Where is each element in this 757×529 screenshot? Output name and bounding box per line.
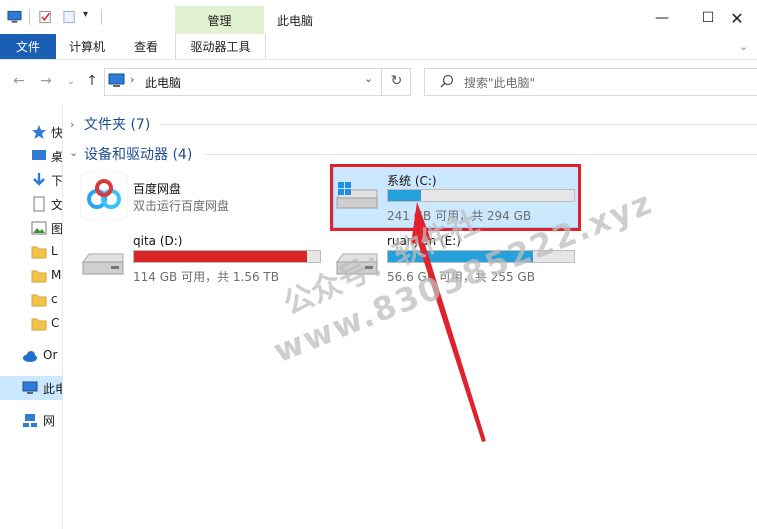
network-icon <box>22 412 38 428</box>
section-devices[interactable]: 设备和驱动器 (4) <box>84 144 192 164</box>
sidebar-item[interactable]: L <box>0 240 62 264</box>
drive-subtitle: 114 GB 可用，共 1.56 TB <box>133 270 279 284</box>
sidebar-item-label: c <box>51 292 58 306</box>
download-icon <box>31 172 47 188</box>
sidebar-item-label: 此电 <box>43 382 62 396</box>
sidebar-item[interactable]: 下 <box>0 168 62 192</box>
sidebar-item[interactable]: C <box>0 312 62 336</box>
pc-icon <box>22 380 38 396</box>
sidebar-item-label: L <box>51 244 58 258</box>
sidebar-item[interactable]: 快 <box>0 120 62 144</box>
tab-computer[interactable]: 计算机 <box>69 34 105 59</box>
folder-icon <box>31 268 47 284</box>
folder-icon <box>31 292 47 308</box>
sidebar-item[interactable]: Or <box>0 344 62 368</box>
sidebar-item-label: 快 <box>51 126 62 140</box>
folders-expand-chevron-icon[interactable]: › <box>70 118 74 131</box>
sidebar-item[interactable]: M <box>0 264 62 288</box>
drive-usage-bar-d <box>133 250 321 263</box>
section-folders[interactable]: 文件夹 (7) <box>84 114 150 134</box>
hard-drive-icon <box>82 253 124 275</box>
sidebar-item-label: 网 <box>43 414 56 428</box>
sidebar-item-label: 图 <box>51 222 62 236</box>
pc-icon[interactable] <box>7 10 22 24</box>
sidebar-item-label: 桌 <box>51 150 62 164</box>
tab-file[interactable]: 文件 <box>0 34 56 59</box>
ribbon-spacer <box>739 36 753 54</box>
toolbar-divider <box>101 9 102 25</box>
sidebar-item-label: C <box>51 316 60 330</box>
drive-name: 百度网盘 <box>133 182 182 196</box>
sidebar-item-label: M <box>51 268 62 282</box>
sidebar-item[interactable]: 桌 <box>0 144 62 168</box>
sidebar-item[interactable]: 文 <box>0 192 62 216</box>
tab-drive-tools[interactable]: 驱动器工具 <box>175 34 266 59</box>
up-arrow-icon[interactable]: ↑ <box>83 72 101 90</box>
toolbar-divider <box>29 9 30 25</box>
properties-icon[interactable] <box>38 10 53 24</box>
customize-toolbar-chevron-icon[interactable]: ▾ <box>83 9 88 20</box>
section-divider <box>160 124 757 125</box>
section-divider <box>205 154 757 155</box>
sidebar-item[interactable]: 网 <box>0 408 62 432</box>
drive-name: qita (D:) <box>133 234 183 248</box>
search-placeholder: 搜索"此电脑" <box>464 76 536 90</box>
forward-arrow-icon[interactable]: → <box>37 72 55 90</box>
sidebar-item-label: 下 <box>51 174 62 188</box>
pc-icon <box>108 73 125 87</box>
new-folder-icon[interactable] <box>62 10 77 24</box>
sidebar-item[interactable]: 此电 <box>0 376 62 400</box>
window-title: 此电脑 <box>277 14 314 28</box>
refresh-icon[interactable]: ↻ <box>382 68 411 94</box>
breadcrumb-separator-icon[interactable]: › <box>130 73 134 86</box>
close-button[interactable]: ✕ <box>714 4 757 32</box>
drive-subtitle: 双击运行百度网盘 <box>133 199 230 213</box>
ribbon <box>0 34 757 60</box>
star-icon <box>31 124 47 140</box>
cloud-icon <box>22 348 38 364</box>
sidebar-item[interactable]: 图 <box>0 216 62 240</box>
breadcrumb-this-pc[interactable]: 此电脑 <box>145 74 181 91</box>
back-arrow-icon[interactable]: ← <box>10 72 28 90</box>
sidebar-item-label: Or <box>43 348 58 362</box>
sidebar-item-label: 文 <box>51 198 62 212</box>
sidebar-item[interactable]: c <box>0 288 62 312</box>
devices-collapse-chevron-icon[interactable]: ⌄ <box>69 146 78 159</box>
folder-icon <box>31 316 47 332</box>
folder-icon <box>31 244 47 260</box>
tab-view[interactable]: 查看 <box>134 34 158 59</box>
document-icon <box>31 196 47 212</box>
recent-locations-chevron-icon[interactable]: ⌄ <box>62 72 80 90</box>
context-tab-manage[interactable]: 管理 <box>175 12 264 29</box>
desktop-icon <box>31 148 47 164</box>
address-history-chevron-icon[interactable]: ⌄ <box>364 72 373 85</box>
picture-icon <box>31 220 47 236</box>
minimize-button[interactable]: — <box>639 4 685 32</box>
baidu-netdisk-icon <box>80 172 128 220</box>
search-icon <box>440 74 454 88</box>
